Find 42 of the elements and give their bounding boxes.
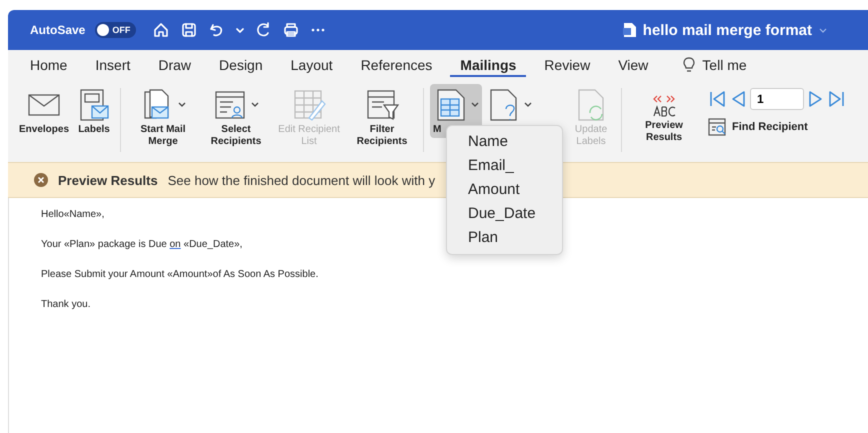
last-record-icon[interactable]	[828, 89, 846, 109]
record-number-field[interactable]: 1	[750, 88, 804, 110]
document-paragraph: Your «Plan» package is Due on «Due_Date»,	[41, 238, 242, 251]
ribbon-tab[interactable]: Insert	[85, 53, 140, 77]
menu-item[interactable]: Email_	[447, 154, 562, 178]
ribbon-button[interactable]: Envelopes	[16, 84, 72, 138]
menu-item[interactable]: Amount	[447, 178, 562, 202]
print-icon[interactable]	[282, 21, 300, 39]
ribbon-button[interactable]: Filter Recipients	[346, 84, 418, 150]
home-icon[interactable]	[152, 21, 170, 39]
preview-results-button[interactable]: Preview Results	[628, 82, 700, 146]
ribbon-tab[interactable]: Mailings	[450, 53, 526, 77]
ribbon-button[interactable]: Labels	[73, 84, 116, 138]
message-title: Preview Results	[58, 172, 158, 188]
document-paragraph: Thank you.	[41, 298, 90, 311]
ribbon-tab[interactable]: Review	[534, 53, 600, 77]
menu-item[interactable]: Due_Date	[447, 202, 562, 226]
ribbon-button[interactable]: Start Mail Merge	[127, 84, 200, 150]
ribbon-tab[interactable]: Home	[20, 53, 78, 77]
previous-record-icon[interactable]	[730, 89, 746, 109]
close-icon[interactable]	[34, 173, 48, 187]
save-icon[interactable]	[180, 21, 198, 39]
document-icon	[622, 22, 637, 38]
document-paragraph: Hello«Name»,	[41, 208, 104, 221]
autosave-label: AutoSave	[30, 23, 86, 37]
ribbon-tab[interactable]: View	[608, 53, 658, 77]
document-paragraph: Please Submit your Amount «Amount»of As Soon As Possible.	[41, 268, 318, 281]
ribbon-tab[interactable]: Draw	[148, 53, 202, 77]
ribbon-tab[interactable]: Design	[209, 53, 273, 77]
message-text: See how the finished document will look with y	[168, 172, 436, 188]
lightbulb-icon	[682, 56, 696, 74]
ribbon-tab[interactable]: References	[350, 53, 442, 77]
document-title: hello mail merge format	[642, 22, 812, 38]
autosave-toggle[interactable]: OFF	[95, 22, 136, 38]
next-record-icon[interactable]	[808, 89, 824, 109]
menu-item[interactable]: Plan	[447, 226, 562, 250]
search-table-icon	[708, 118, 726, 136]
ribbon-tab[interactable]: Layout	[280, 53, 343, 77]
find-recipient-button[interactable]: Find Recipient	[708, 118, 846, 136]
tell-me-search[interactable]: Tell me	[702, 57, 747, 73]
ribbon-button[interactable]: Select Recipients	[200, 84, 272, 150]
first-record-icon[interactable]	[708, 89, 726, 109]
